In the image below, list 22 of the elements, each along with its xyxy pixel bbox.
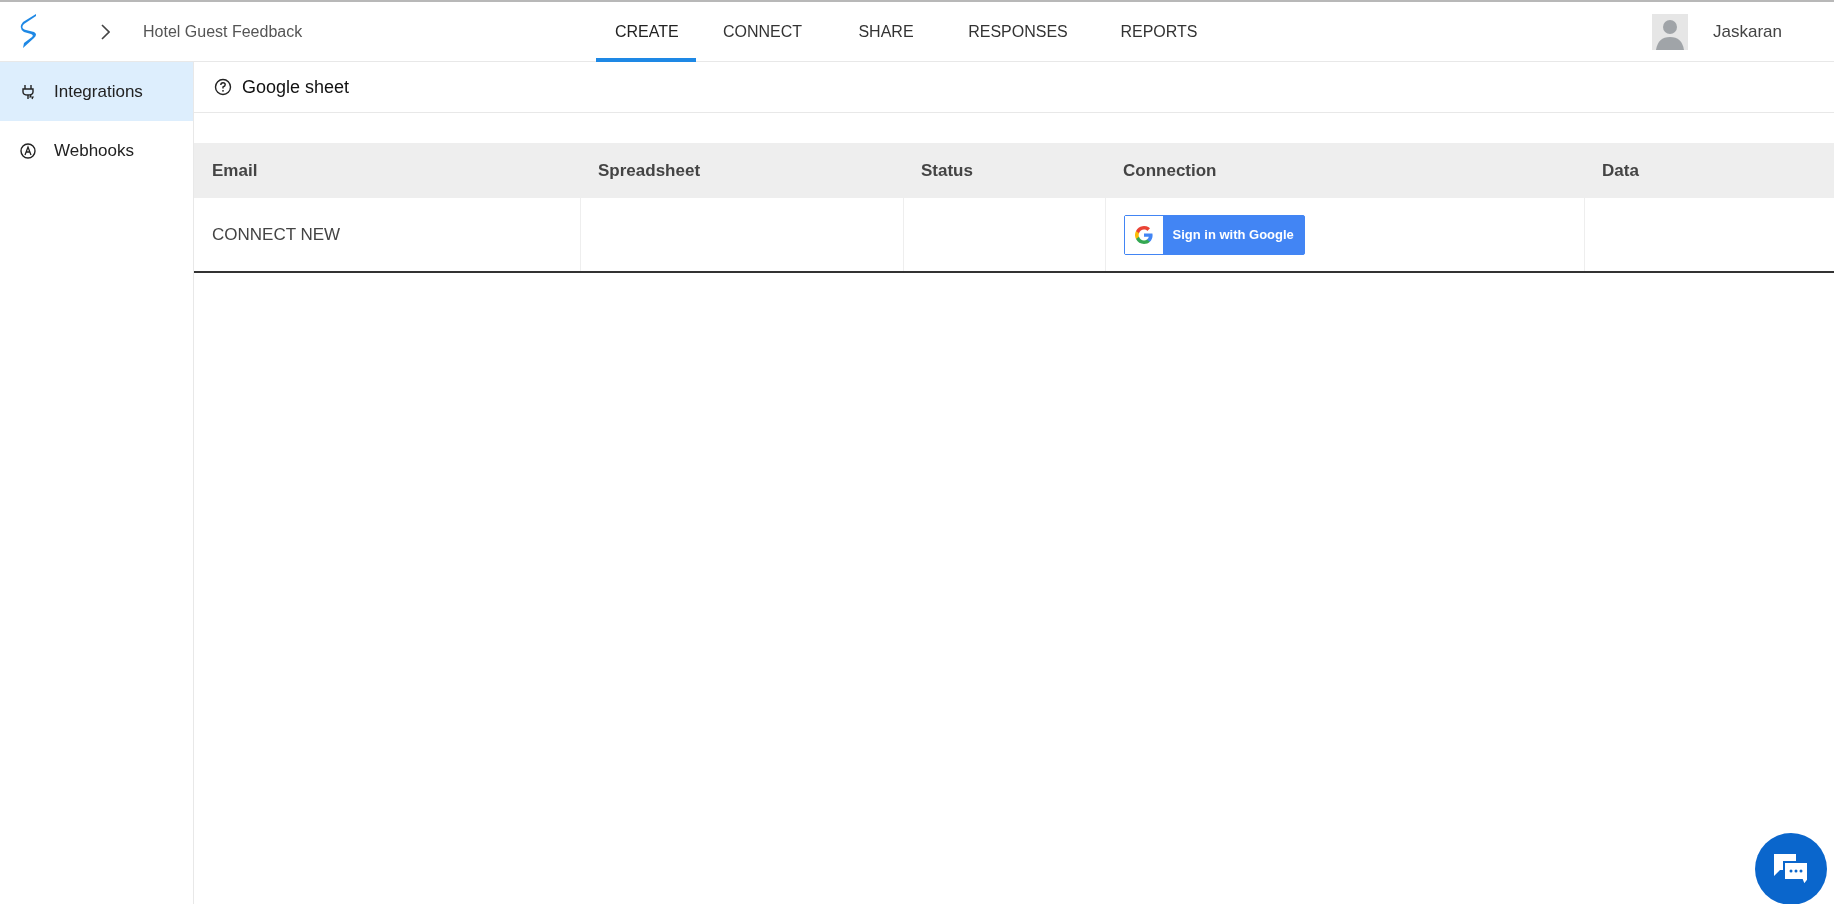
nav-tab[interactable]: SHARE bbox=[829, 2, 943, 62]
google-sign-in-button[interactable]: Sign in with Google bbox=[1123, 214, 1305, 255]
table-cell: CONNECT NEW bbox=[194, 198, 580, 272]
plug-icon bbox=[21, 83, 35, 100]
column-header: Connection bbox=[1105, 143, 1584, 198]
section-title: Google sheet bbox=[242, 75, 350, 99]
chat-bubbles-icon bbox=[1772, 852, 1810, 886]
webhook-icon bbox=[20, 142, 36, 159]
nav-tab[interactable]: CONNECT bbox=[696, 2, 829, 62]
column-header: Data bbox=[1584, 143, 1834, 198]
sidebar-item[interactable]: Integrations bbox=[0, 62, 193, 121]
column-header: Spreadsheet bbox=[580, 143, 903, 198]
nav-tab[interactable]: CREATE bbox=[596, 2, 696, 62]
nav-tab[interactable]: RESPONSES bbox=[943, 2, 1093, 62]
column-header: Email bbox=[194, 143, 580, 198]
help-icon[interactable] bbox=[214, 78, 232, 96]
form-title: Hotel Guest Feedback bbox=[143, 21, 303, 42]
user-name[interactable]: Jaskaran bbox=[1713, 18, 1782, 45]
google-g-icon bbox=[1134, 225, 1153, 244]
column-header: Status bbox=[903, 143, 1105, 198]
nav-tab[interactable]: REPORTS bbox=[1093, 2, 1225, 62]
chevron-right-icon[interactable] bbox=[100, 23, 110, 40]
